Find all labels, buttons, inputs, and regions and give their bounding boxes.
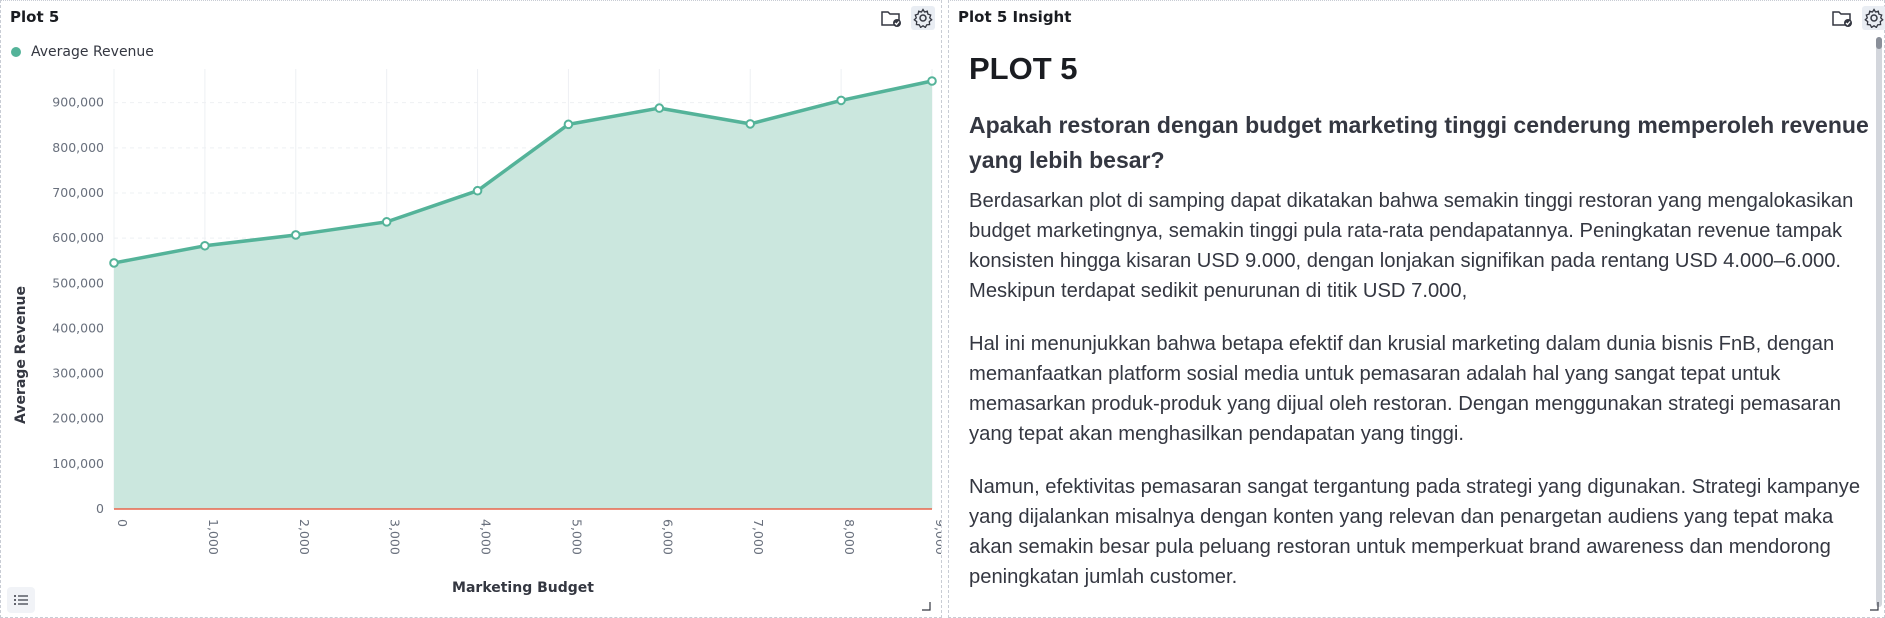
data-point [200,240,210,251]
y-tick-label: 100,000 [52,456,104,471]
x-tick-label: 5,000 [569,519,584,555]
x-axis: 0 1,000 2,000 3,000 4,000 5,000 6,000 7,000 8,00… [115,519,941,555]
y-tick-label: 400,000 [52,320,104,335]
gear-icon[interactable] [1862,6,1885,30]
y-axis: 0 100,000 200,000 300,000 400,000 500,000 600,… [52,95,104,516]
insight-paragraph: Namun, efektivitas pemasaran sangat terg… [969,476,1861,588]
x-tick-label: 4,000 [479,519,494,555]
scrollbar-thumb[interactable] [1876,37,1882,49]
x-tick-label: 2,000 [297,519,312,555]
insight-heading: PLOT 5 [969,51,1078,86]
x-tick-label: 3,000 [388,519,403,555]
y-tick-label: 0 [96,501,104,516]
list-icon[interactable] [7,587,35,613]
x-axis-title: Marketing Budget [452,580,594,596]
x-tick-label: 1,000 [206,519,221,555]
y-tick-label: 900,000 [52,95,104,110]
plot-panel: Plot 5 Average Revenue 0 100,000 200,000 30… [0,0,942,618]
panel-title: Plot 5 Insight [958,8,1072,26]
data-point [745,119,756,129]
y-tick-label: 300,000 [52,366,104,381]
y-tick-label: 200,000 [52,411,104,426]
x-tick-label: 6,000 [660,519,675,555]
legend-label: Average Revenue [31,44,154,60]
resize-handle[interactable] [1869,601,1879,611]
y-axis-title: Average Revenue [13,286,29,424]
panel-title: Plot 5 [10,8,60,26]
folder-check-icon[interactable] [879,6,903,30]
data-point [109,258,119,268]
x-tick-label: 9,000 [933,519,941,555]
insight-paragraph: Berdasarkan plot di samping dapat dikata… [969,190,1854,302]
y-tick-label: 600,000 [52,230,104,245]
y-tick-label: 500,000 [52,275,104,290]
data-point [836,95,846,106]
chart-legend[interactable]: Average Revenue [11,44,154,60]
folder-check-icon[interactable] [1830,6,1854,30]
insight-content: PLOT 5 Apakah restoran dengan budget mar… [969,51,1869,615]
x-tick-label: 7,000 [751,519,766,555]
area-chart: 0 100,000 200,000 300,000 400,000 500,000 600,… [13,69,941,596]
gear-icon[interactable] [911,6,935,30]
legend-color-dot [11,47,21,57]
data-point [290,230,301,240]
chart-area-layer [114,81,932,509]
y-tick-label: 700,000 [52,185,104,200]
insight-paragraph: Hal ini menunjukkan bahwa betapa efektif… [969,333,1841,445]
data-point [381,217,392,227]
resize-handle[interactable] [921,601,931,611]
series-area [114,81,932,509]
panel-actions [879,6,935,30]
x-tick-label: 8,000 [842,519,857,555]
x-tick-label: 0 [115,519,130,527]
panel-actions [1830,6,1885,30]
insight-panel: Plot 5 Insight PLOT 5 Apakah restoran de… [948,0,1885,618]
y-tick-label: 800,000 [52,140,104,155]
scrollbar[interactable] [1876,37,1882,607]
data-point [472,185,483,196]
data-point [654,103,665,113]
data-point [927,76,937,86]
data-point [563,119,574,130]
insight-question: Apakah restoran dengan budget marketing … [969,112,1869,173]
